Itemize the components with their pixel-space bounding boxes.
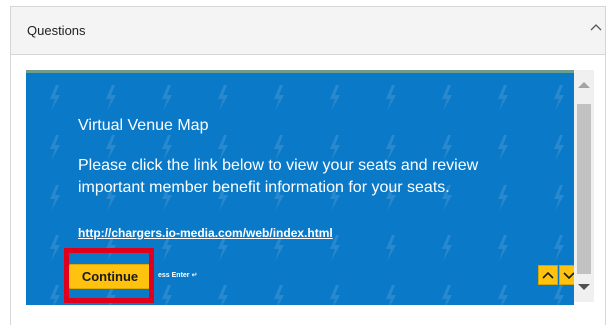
scrollbar-thumb[interactable]	[577, 104, 591, 274]
vertical-scrollbar[interactable]	[574, 70, 594, 302]
venue-map-link[interactable]: http://chargers.io-media.com/web/index.h…	[78, 226, 333, 240]
instructions-text: Please click the link below to view your…	[78, 157, 479, 196]
chevron-down-icon	[563, 272, 574, 280]
continue-highlight-box	[64, 248, 154, 303]
venue-map-title: Virtual Venue Map	[78, 117, 209, 134]
next-question-button[interactable]	[559, 265, 574, 285]
scroll-down-arrow-icon[interactable]	[577, 282, 591, 292]
press-enter-hint: ess Enter ↵	[158, 272, 198, 279]
chevron-up-icon	[542, 271, 554, 279]
panel-header[interactable]: Questions	[11, 7, 605, 55]
panel-title: Questions	[27, 23, 86, 38]
chevron-up-icon[interactable]	[589, 21, 603, 35]
scroll-up-arrow-icon[interactable]	[577, 80, 591, 90]
previous-question-button[interactable]	[538, 265, 558, 285]
